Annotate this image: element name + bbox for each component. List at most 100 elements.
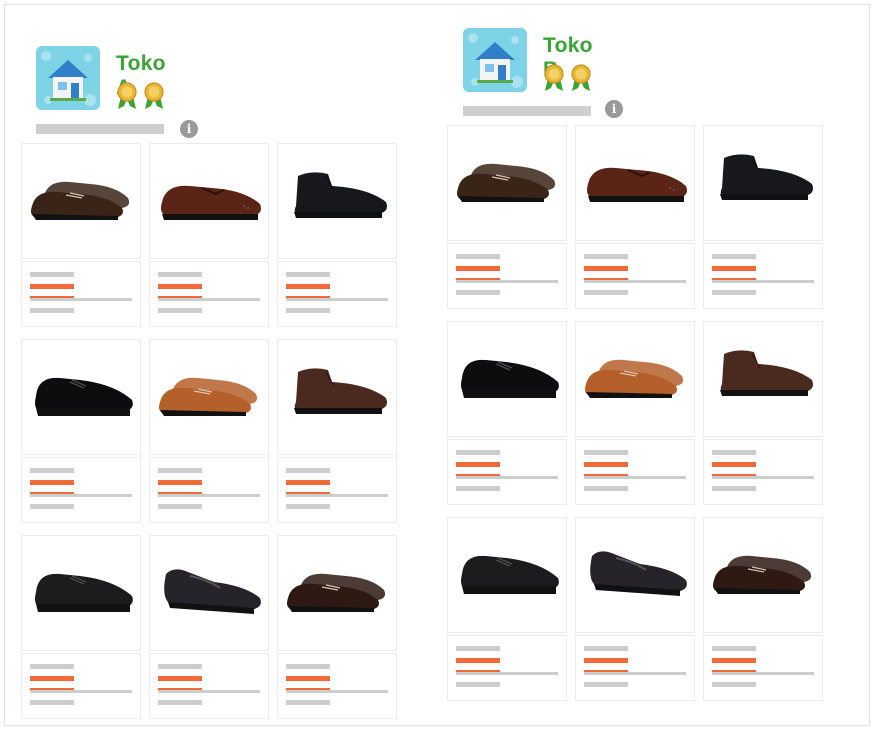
info-icon[interactable]: i (605, 100, 623, 118)
product-image[interactable] (277, 339, 397, 455)
product-image[interactable] (21, 535, 141, 651)
product-meta-placeholder (584, 486, 628, 491)
store-medals (543, 64, 592, 97)
product-image[interactable] (149, 143, 269, 259)
shoe-image (587, 167, 687, 202)
product-meta-placeholder (286, 308, 330, 313)
product-image[interactable] (447, 125, 567, 241)
store-avatar[interactable] (463, 28, 527, 92)
medal-icon (143, 82, 165, 115)
product-image[interactable] (703, 125, 823, 241)
shoe-image (457, 163, 556, 202)
product-info (277, 653, 397, 719)
product-image[interactable] (149, 535, 269, 651)
product-rating-line (286, 494, 388, 497)
product-meta-placeholder (30, 308, 74, 313)
medal-icon (571, 64, 591, 91)
product-meta-placeholder (30, 700, 74, 705)
store-avatar[interactable] (36, 46, 100, 110)
product-title-placeholder (712, 646, 756, 651)
product-price-placeholder (158, 284, 202, 289)
product-image[interactable] (703, 517, 823, 633)
product-info (703, 439, 823, 505)
shoe-image (161, 185, 261, 220)
product-image[interactable] (149, 339, 269, 455)
product-title-placeholder (30, 272, 74, 277)
product-image[interactable] (277, 535, 397, 651)
product-meta-placeholder (712, 486, 756, 491)
medal-icon (116, 82, 138, 115)
product-image[interactable] (575, 321, 695, 437)
shoe-image (461, 555, 559, 594)
product-title-placeholder (584, 254, 628, 259)
product-price-placeholder (712, 462, 756, 467)
shoe-image (294, 172, 387, 218)
product-image[interactable] (447, 517, 567, 633)
product-image[interactable] (21, 339, 141, 455)
product-rating-line (158, 494, 260, 497)
product-image[interactable] (575, 125, 695, 241)
product-meta-placeholder (584, 682, 628, 687)
product-info (149, 457, 269, 523)
product-title-placeholder (584, 646, 628, 651)
product-info (149, 653, 269, 719)
product-title-placeholder (456, 254, 500, 259)
shoe-image (720, 154, 813, 200)
product-price-placeholder (584, 266, 628, 271)
medal-icon (117, 82, 137, 109)
product-meta-placeholder (712, 290, 756, 295)
product-meta-placeholder (286, 504, 330, 509)
product-rating-line (30, 690, 132, 693)
store-rating-bar (463, 106, 591, 116)
store-rating-bar (36, 124, 164, 134)
product-image[interactable] (575, 517, 695, 633)
product-title-placeholder (456, 646, 500, 651)
product-title-placeholder (158, 468, 202, 473)
product-price-placeholder (286, 284, 330, 289)
product-rating-line (286, 690, 388, 693)
product-info (21, 261, 141, 327)
product-rating-line (158, 690, 260, 693)
product-meta-placeholder (158, 504, 202, 509)
product-rating-line (584, 476, 686, 479)
product-title-placeholder (456, 450, 500, 455)
product-rating-line (584, 280, 686, 283)
product-rating-line (158, 298, 260, 301)
info-icon[interactable]: i (180, 120, 198, 138)
product-price-placeholder (30, 480, 74, 485)
product-info (447, 243, 567, 309)
shoe-image (159, 377, 258, 416)
product-info (277, 457, 397, 523)
product-price-placeholder (286, 676, 330, 681)
shoe-image (720, 350, 813, 396)
product-image[interactable] (277, 143, 397, 259)
product-info (447, 439, 567, 505)
product-image[interactable] (703, 321, 823, 437)
product-title-placeholder (584, 450, 628, 455)
shoe-image (294, 368, 387, 414)
product-price-placeholder (456, 266, 500, 271)
shoe-image (713, 555, 812, 594)
product-image[interactable] (447, 321, 567, 437)
product-rating-line (712, 476, 814, 479)
medal-icon (570, 64, 592, 97)
product-rating-line (456, 476, 558, 479)
product-info (575, 439, 695, 505)
product-title-placeholder (30, 664, 74, 669)
product-title-placeholder (286, 272, 330, 277)
product-price-placeholder (158, 676, 202, 681)
product-title-placeholder (712, 254, 756, 259)
product-meta-placeholder (456, 682, 500, 687)
product-image[interactable] (21, 143, 141, 259)
shoe-image (31, 181, 130, 220)
medal-icon (144, 82, 164, 109)
product-info (277, 261, 397, 327)
product-rating-line (30, 494, 132, 497)
product-info (21, 653, 141, 719)
product-price-placeholder (456, 658, 500, 663)
product-info (21, 457, 141, 523)
product-price-placeholder (286, 480, 330, 485)
shoe-image (585, 359, 684, 398)
product-title-placeholder (30, 468, 74, 473)
product-info (447, 635, 567, 701)
